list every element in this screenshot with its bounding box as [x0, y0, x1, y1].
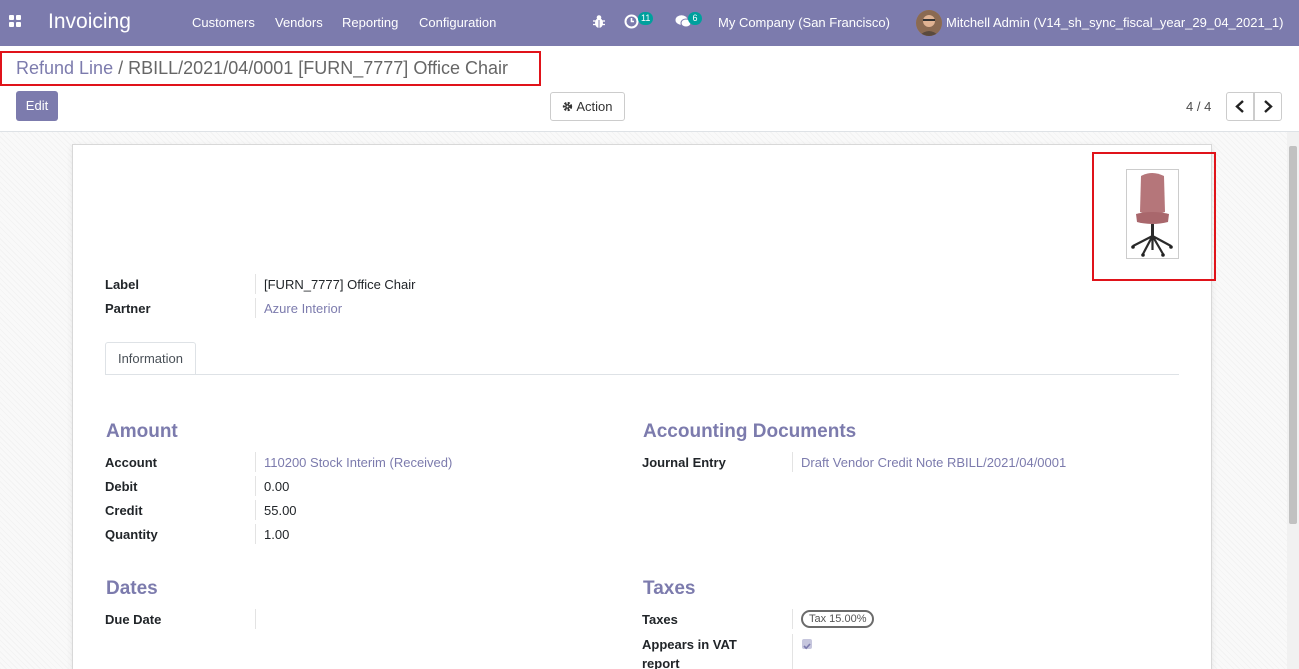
gear-icon — [563, 101, 573, 112]
credit-field-label: Credit — [105, 503, 143, 518]
due-date-field-label: Due Date — [105, 612, 162, 627]
journal-entry-field-label: Journal Entry — [642, 455, 726, 470]
field-separator — [792, 452, 793, 472]
field-separator — [255, 500, 256, 520]
field-separator — [255, 524, 256, 544]
journal-entry-link[interactable]: Draft Vendor Credit Note RBILL/2021/04/0… — [801, 455, 1066, 470]
taxes-field-label: Taxes — [642, 612, 678, 627]
tab-information[interactable]: Information — [105, 342, 196, 375]
account-link[interactable]: 110200 Stock Interim (Received) — [264, 455, 452, 470]
quantity-field-label: Quantity — [105, 527, 158, 542]
action-button[interactable]: Action — [550, 92, 625, 121]
dates-group-title: Dates — [106, 578, 158, 599]
accounting-documents-group-title: Accounting Documents — [643, 421, 857, 442]
page-scrollbar[interactable] — [1287, 132, 1299, 669]
taxes-group-title: Taxes — [643, 578, 696, 599]
amount-group-title: Amount — [106, 421, 178, 442]
company-switcher[interactable]: My Company (San Francisco) — [718, 15, 890, 30]
account-field-label: Account — [105, 455, 157, 470]
menu-vendors[interactable]: Vendors — [275, 15, 323, 30]
credit-field-value: 55.00 — [264, 503, 297, 518]
debit-field-value: 0.00 — [264, 479, 290, 494]
user-menu[interactable]: Mitchell Admin (V14_sh_sync_fiscal_year_… — [946, 15, 1284, 30]
field-separator — [255, 609, 256, 629]
edit-button[interactable]: Edit — [16, 91, 58, 121]
pager-value[interactable]: 4 / 4 — [1186, 99, 1211, 114]
top-navbar: Invoicing Customers Vendors Reporting Co… — [0, 0, 1299, 46]
vat-report-checkbox[interactable] — [802, 639, 812, 650]
menu-reporting[interactable]: Reporting — [342, 15, 398, 30]
apps-menu-icon[interactable] — [9, 15, 23, 29]
form-sheet — [72, 144, 1212, 669]
label-field-value: [FURN_7777] Office Chair — [264, 277, 416, 292]
activity-count-badge: 11 — [638, 12, 654, 25]
vat-field-label-line1: Appears in VAT — [642, 637, 737, 652]
menu-customers[interactable]: Customers — [192, 15, 255, 30]
message-count-badge: 6 — [688, 12, 702, 25]
user-avatar[interactable] — [916, 10, 942, 36]
menu-configuration[interactable]: Configuration — [419, 15, 496, 30]
partner-link[interactable]: Azure Interior — [264, 301, 342, 316]
field-separator — [255, 452, 256, 472]
quantity-field-value: 1.00 — [264, 527, 290, 542]
tab-divider — [105, 374, 1179, 375]
check-icon — [803, 643, 811, 650]
chevron-left-icon — [1235, 100, 1244, 113]
field-separator — [255, 476, 256, 496]
field-separator — [792, 609, 793, 629]
tax-tag[interactable]: Tax 15.00% — [801, 610, 875, 628]
bug-icon[interactable] — [592, 14, 606, 29]
chevron-right-icon — [1264, 100, 1273, 113]
app-title[interactable]: Invoicing — [48, 10, 131, 34]
clock-icon[interactable] — [624, 14, 639, 29]
field-separator — [255, 298, 256, 318]
scrollbar-thumb[interactable] — [1289, 146, 1297, 524]
label-field-label: Label — [105, 277, 139, 292]
action-button-label: Action — [576, 99, 613, 114]
vat-field-label-line2: report — [642, 656, 680, 669]
breadcrumb-highlight-box — [0, 51, 541, 86]
pager-previous-button[interactable] — [1226, 92, 1254, 121]
debit-field-label: Debit — [105, 479, 138, 494]
pager-next-button[interactable] — [1254, 92, 1282, 121]
field-separator — [792, 634, 793, 669]
field-separator — [255, 274, 256, 294]
image-highlight-box — [1092, 152, 1216, 281]
partner-field-label: Partner — [105, 301, 151, 316]
